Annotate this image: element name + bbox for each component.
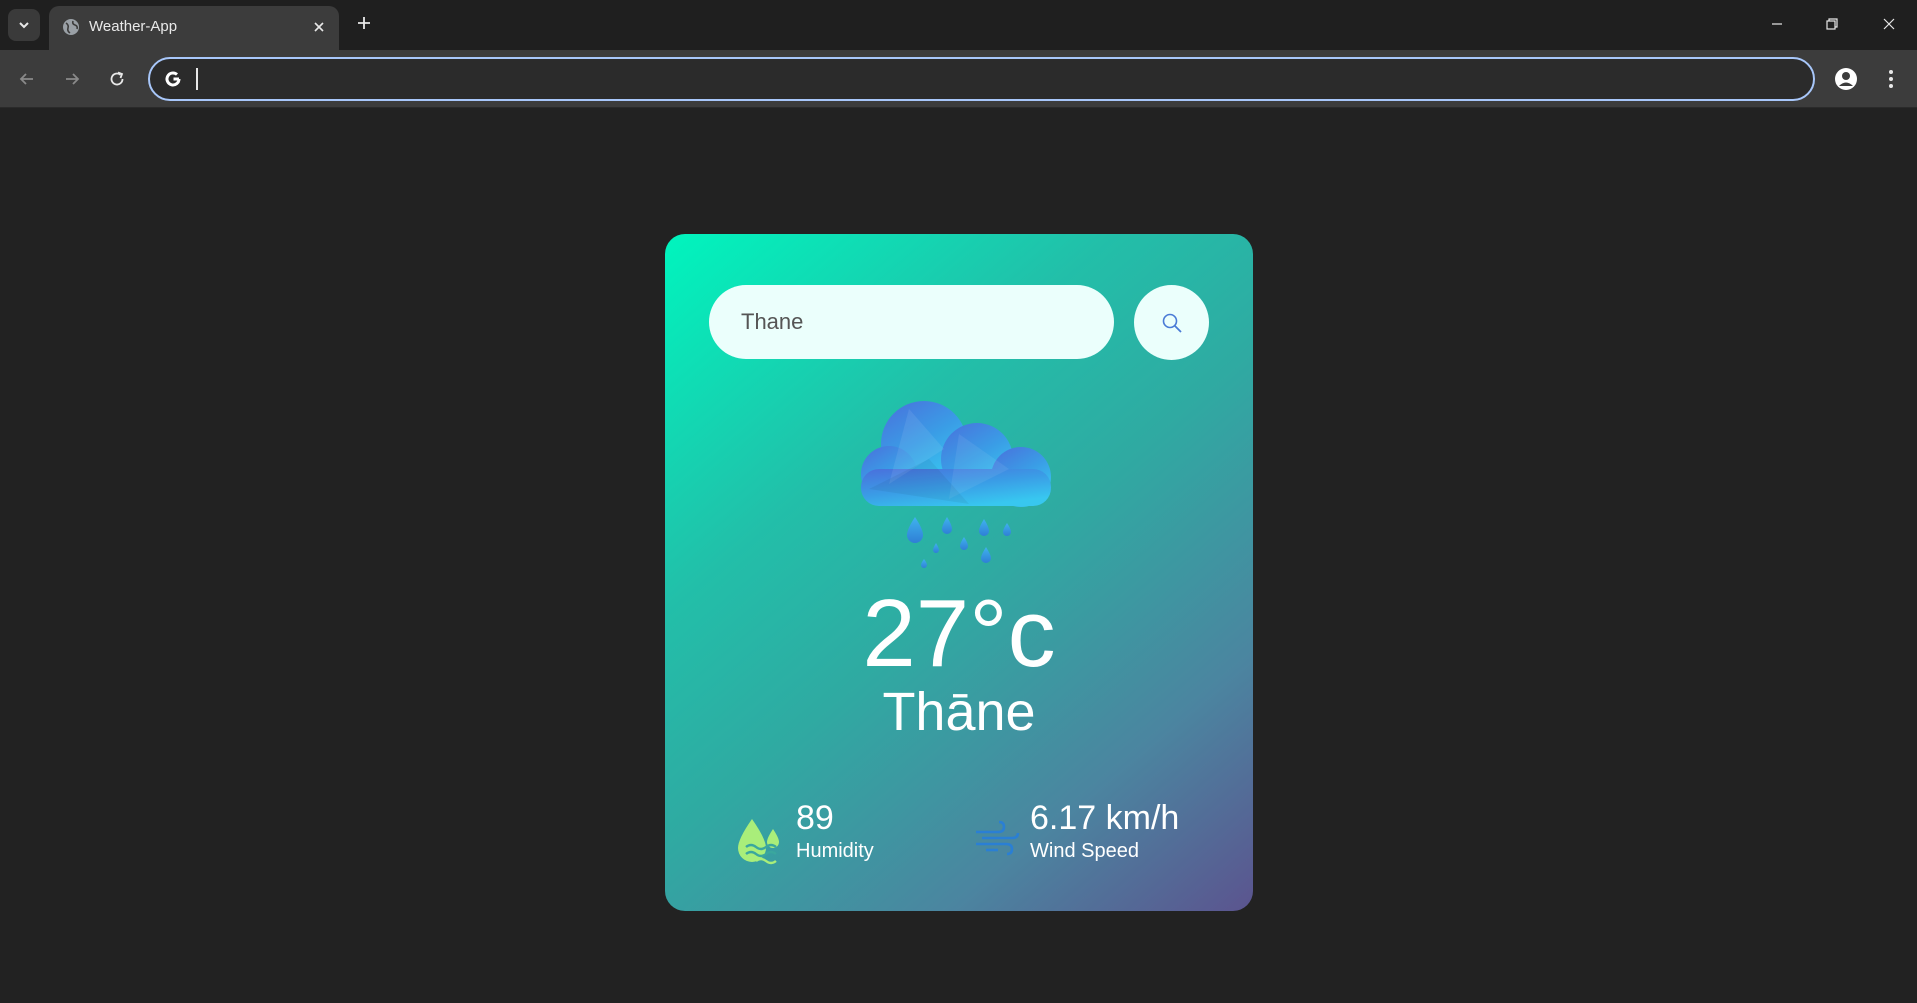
close-icon — [314, 22, 324, 32]
kebab-menu-icon — [1889, 70, 1893, 88]
cloud-shape — [861, 401, 1051, 507]
restore-button[interactable] — [1812, 8, 1852, 40]
city-name: Thāne — [882, 682, 1036, 742]
browser-tab-strip: Weather-App — [0, 0, 1917, 50]
humidity-value: 89 — [796, 799, 834, 837]
text-caret — [196, 68, 198, 90]
globe-icon — [63, 19, 79, 35]
city-search-input[interactable] — [709, 285, 1114, 359]
humidity-label: Humidity — [796, 840, 874, 862]
wind-icon — [976, 820, 1020, 856]
chevron-down-icon — [19, 22, 29, 29]
back-button[interactable] — [10, 62, 44, 96]
profile-icon — [1835, 68, 1857, 90]
browser-menu-button[interactable] — [1877, 63, 1905, 95]
wind-label: Wind Speed — [1030, 840, 1139, 862]
restore-icon — [1826, 18, 1838, 30]
close-window-button[interactable] — [1869, 8, 1909, 40]
wind-value: 6.17 km/h — [1030, 799, 1180, 837]
arrow-left-icon — [19, 73, 33, 85]
browser-toolbar — [0, 50, 1917, 108]
address-bar[interactable] — [148, 57, 1815, 101]
profile-button[interactable] — [1830, 63, 1862, 95]
tab-title: Weather-App — [89, 18, 178, 35]
reload-icon — [110, 71, 124, 86]
tab-search-button[interactable] — [8, 9, 40, 41]
google-icon — [165, 71, 181, 87]
rain-cloud-icon — [861, 401, 1051, 568]
search-icon — [1162, 313, 1182, 333]
tab-close-button[interactable] — [309, 17, 329, 37]
reload-button[interactable] — [100, 62, 134, 96]
search-button[interactable] — [1134, 285, 1209, 360]
minimize-icon — [1772, 23, 1782, 25]
tab-weather-app[interactable]: Weather-App — [49, 6, 339, 50]
page-viewport: 27°c Thāne 89 Humidity 6.17 km/h Wind Sp… — [0, 109, 1917, 1003]
plus-icon — [358, 17, 370, 29]
close-icon — [1883, 18, 1895, 30]
arrow-right-icon — [66, 73, 80, 85]
temperature: 27°c — [862, 580, 1056, 687]
forward-button[interactable] — [55, 62, 89, 96]
humidity-icon — [738, 819, 779, 865]
minimize-button[interactable] — [1757, 8, 1797, 40]
rain-drops — [907, 517, 1011, 568]
weather-card: 27°c Thāne 89 Humidity 6.17 km/h Wind Sp… — [665, 234, 1253, 911]
new-tab-button[interactable] — [352, 11, 376, 35]
address-input[interactable] — [194, 65, 1794, 93]
